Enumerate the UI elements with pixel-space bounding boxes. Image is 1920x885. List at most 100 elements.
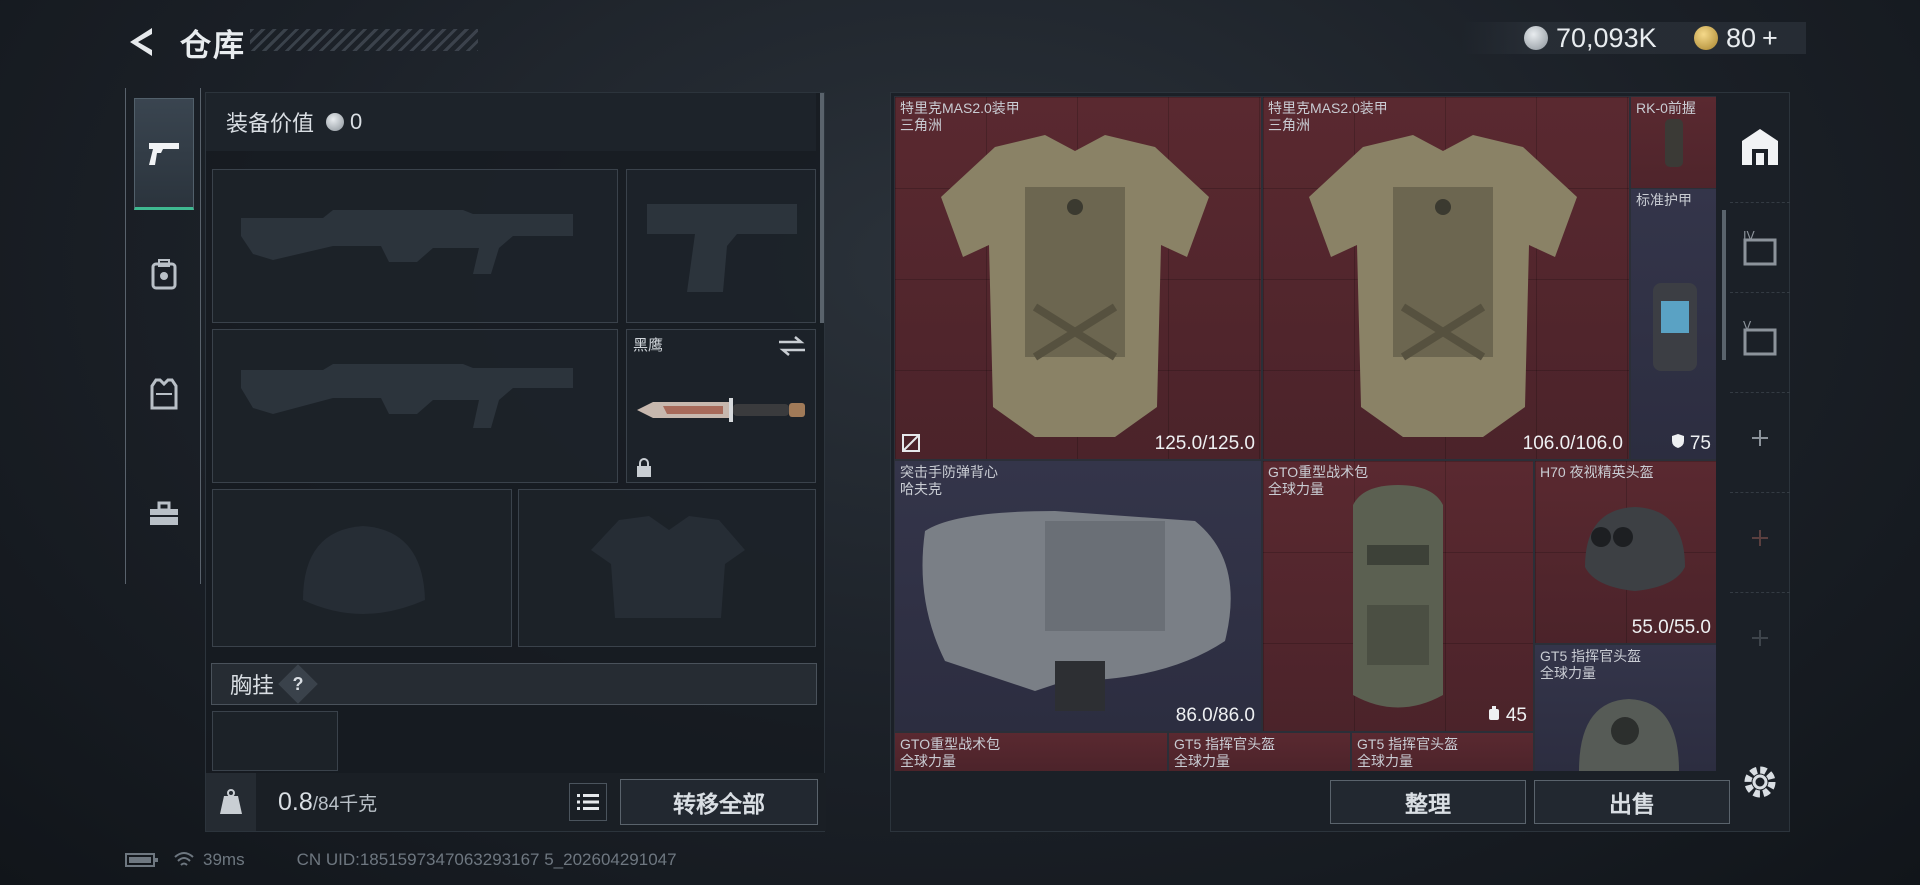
tab-toolbox[interactable] [134,458,194,570]
toolbox-icon [150,501,178,525]
helmet-slot[interactable] [212,489,512,647]
warehouse-tab-4[interactable]: IV [1730,202,1790,292]
melee-slot[interactable]: 黑鹰 [626,329,816,483]
armor-vest-image [1309,135,1577,437]
inventory-item[interactable]: 标准护甲 75 [1630,188,1716,460]
user-uid: CN UID:1851597347063293167 5_20260429104… [296,850,677,869]
item-name: H70 夜视精英头盔 [1540,464,1654,480]
armor-plate-image [1653,283,1697,371]
back-button[interactable] [124,22,164,62]
item-name: 特里克MAS2.0装甲 三角洲 [900,100,1020,133]
warehouse-tabs: IV V [1730,92,1790,772]
tab-backpack[interactable] [134,218,194,330]
backpack-icon [151,259,177,290]
item-durability: 55.0/55.0 [1631,617,1711,638]
gold-amount: 80 [1726,22,1757,53]
helmet-image [1585,507,1685,591]
add-gold-button[interactable]: + [1762,23,1778,54]
plus-icon [1752,429,1768,446]
item-level: 75 [1671,433,1711,455]
left-footer: 0.8/84千克 转移全部 [206,773,826,831]
silver-coin-icon [326,113,345,131]
add-warehouse-button[interactable] [1730,492,1790,582]
battery-icon [125,853,158,867]
organize-button[interactable]: 整理 [1330,780,1526,824]
no-insure-icon [902,434,920,452]
sell-button[interactable]: 出售 [1534,780,1730,824]
warehouse-tab-5[interactable]: V [1730,292,1790,382]
wifi-icon [174,852,194,866]
inventory-item[interactable]: GT5 指挥官头盔 全球力量 [1168,732,1351,771]
svg-text:IV: IV [1743,229,1756,243]
currency-display: 70,093K 80 + [1462,22,1806,54]
inventory-footer: 整理 出售 [890,772,1740,832]
equipment-panel: 装备价值 0 黑鹰 胸挂 ? 0.8/84千克 转移全部 [205,92,826,832]
item-name: 标准护甲 [1636,192,1692,208]
primary-weapon-slot[interactable] [212,169,618,323]
equipment-value-amount: 0 [350,109,363,134]
pistol-silhouette-icon [647,204,797,292]
add-warehouse-button[interactable] [1730,392,1790,482]
storage-5-icon: V [1743,319,1777,355]
inventory-panel: 特里克MAS2.0装甲 三角洲 125.0/125.0 特里克MAS2.0装甲 … [890,92,1790,832]
helmet-image [1579,699,1679,771]
page-title: 仓库 [180,28,246,63]
help-glyph: ? [292,673,304,694]
helmet-silhouette-icon [303,526,425,614]
add-warehouse-button[interactable] [1730,592,1790,682]
inventory-grid: 特里克MAS2.0装甲 三角洲 125.0/125.0 特里克MAS2.0装甲 … [894,96,1716,771]
inventory-item[interactable]: 特里克MAS2.0装甲 三角洲 106.0/106.0 [1262,96,1630,460]
weight-display: 0.8/84千克 [278,788,377,817]
list-icon [577,794,599,810]
backpack-icon [1488,706,1499,720]
shield-icon [1671,434,1684,448]
armor-slot[interactable] [518,489,816,647]
lock-icon [637,458,651,477]
inventory-item[interactable]: GTO重型战术包 全球力量 [894,732,1168,771]
item-durability: 86.0/86.0 [1175,705,1255,726]
plus-icon [1752,529,1768,546]
silver-balance[interactable]: 70,093K [1524,22,1657,54]
plus-icon [1752,629,1768,646]
pistol-icon [149,143,179,165]
chest-rig-slot[interactable] [212,711,338,771]
ballistic-vest-image [922,511,1231,711]
scrollbar[interactable] [820,93,824,323]
inventory-item[interactable]: H70 夜视精英头盔 55.0/55.0 [1534,460,1716,644]
silver-amount: 70,093K [1556,22,1657,53]
item-name: RK-0前握 [1636,100,1696,116]
inventory-item[interactable]: GT5 指挥官头盔 全球力量 [1351,732,1534,771]
tactical-backpack-image [1353,485,1443,708]
list-view-button[interactable] [569,783,607,821]
vest-icon [150,378,178,410]
tab-weapons[interactable] [134,98,194,210]
weight-max: /84千克 [312,793,378,815]
swap-icon[interactable] [777,334,807,358]
secondary-weapon-slot[interactable] [212,329,618,483]
transfer-all-button[interactable]: 转移全部 [620,779,818,825]
equipment-value-label: 装备价值 [226,111,315,136]
weight-current: 0.8 [278,787,313,816]
warehouse-tab-main[interactable] [1730,102,1790,192]
inventory-item[interactable]: 特里克MAS2.0装甲 三角洲 125.0/125.0 [894,96,1262,460]
tab-vest[interactable] [134,338,194,450]
armor-silhouette-icon [591,516,745,618]
item-durability: 106.0/106.0 [1522,433,1623,454]
item-name: GT5 指挥官头盔 全球力量 [1540,648,1642,681]
gold-balance[interactable]: 80 + [1694,22,1778,54]
inventory-item[interactable]: GT5 指挥官头盔 全球力量 [1534,644,1716,771]
item-count-value: 45 [1505,705,1527,726]
item-level-value: 75 [1689,433,1711,454]
status-bar: 39ms CN UID:1851597347063293167 5_202604… [125,848,677,872]
warehouse-icon [1742,129,1778,165]
weight-icon [206,773,256,831]
settings-button[interactable] [1740,762,1784,806]
scrollbar[interactable] [1722,210,1726,360]
pistol-slot[interactable] [626,169,816,323]
gear-icon [1744,766,1776,798]
item-name: GTO重型战术包 全球力量 [1268,464,1369,497]
rifle-silhouette-icon [241,210,573,274]
inventory-item[interactable]: 突击手防弹背心 哈夫克 86.0/86.0 [894,460,1262,732]
help-icon[interactable]: ? [278,664,318,704]
inventory-item[interactable]: GTO重型战术包 全球力量 45 [1262,460,1534,732]
